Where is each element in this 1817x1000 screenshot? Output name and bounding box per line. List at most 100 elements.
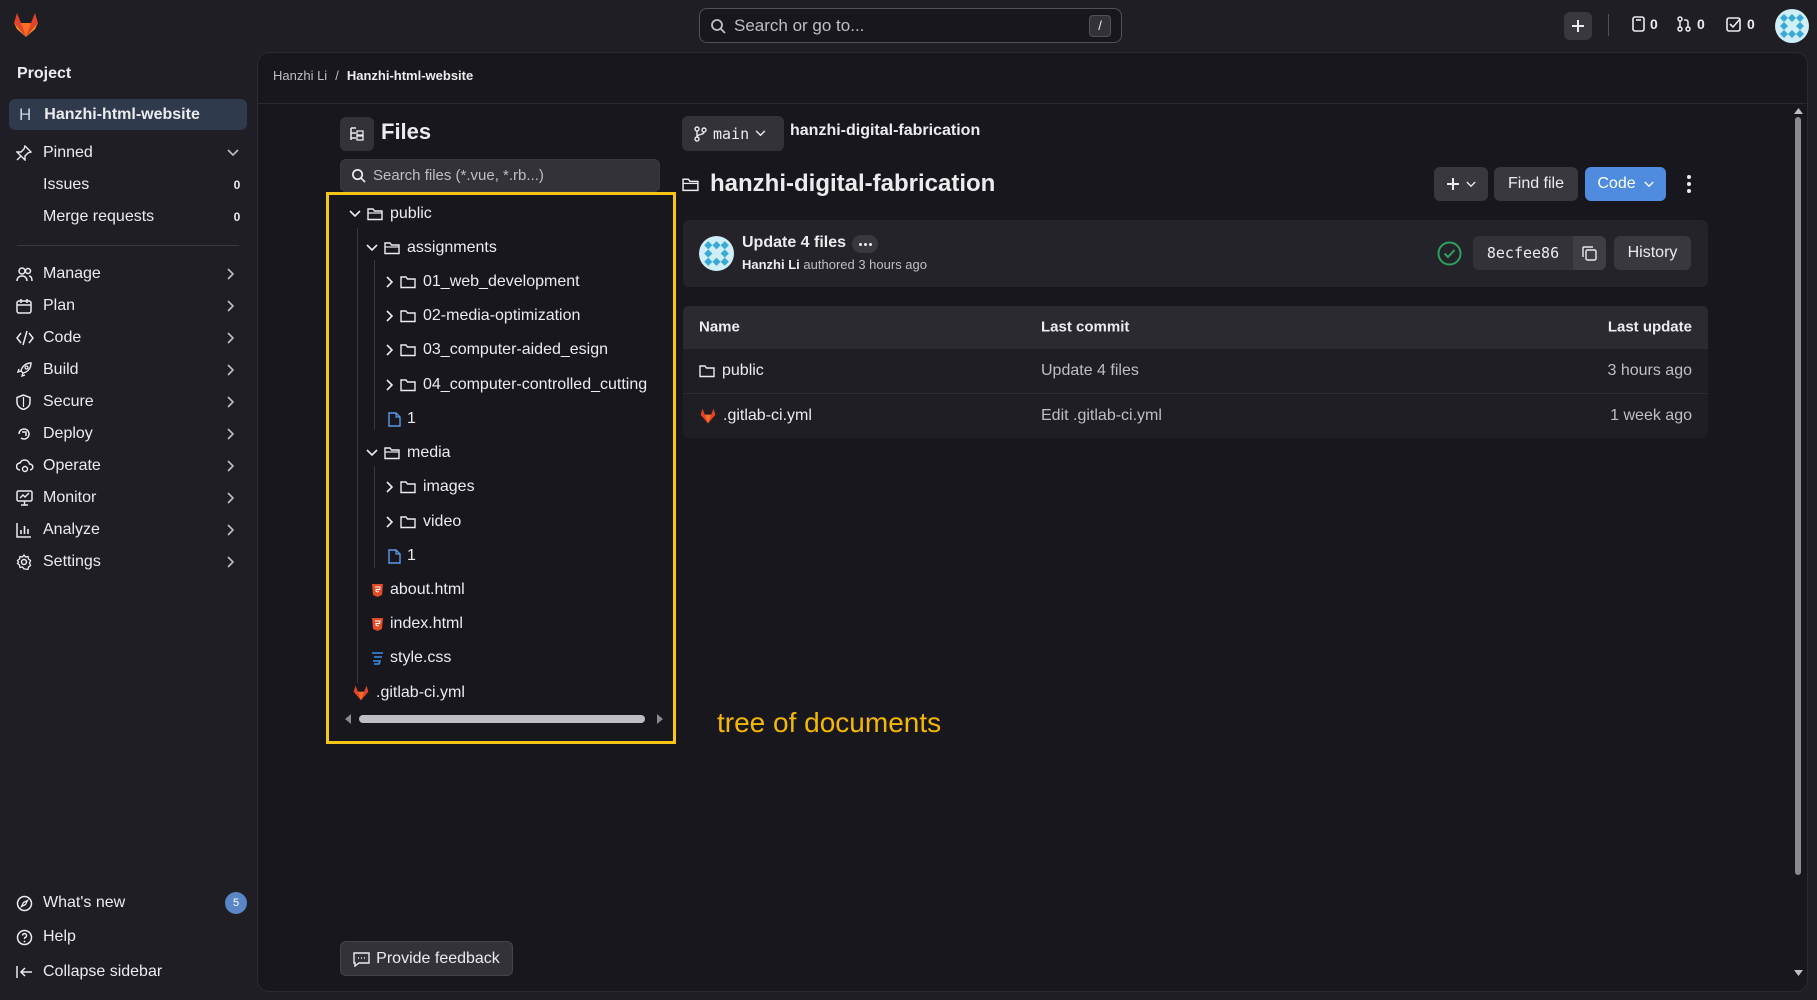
sidebar-item-secure[interactable]: Secure [9,387,247,417]
sidebar-item-build[interactable]: Build [9,355,247,385]
tree-folder-media[interactable]: media [366,441,451,465]
main-vertical-scrollbar[interactable] [1795,117,1801,875]
tree-folder-03-computer-aided-esign[interactable]: 03_computer-aided_esign [386,338,608,362]
row-name-cell[interactable]: .gitlab-ci.yml [699,407,812,425]
issues-counter[interactable]: 0 [1632,16,1658,32]
tree-folder-video[interactable]: video [386,510,461,534]
tree-folder-public[interactable]: public [349,202,432,226]
breadcrumb-divider [257,103,1808,104]
breadcrumb-separator: / [335,68,339,83]
tree-file-about-html[interactable]: about.html [371,578,465,602]
merge-requests-badge: 0 [233,210,241,224]
commit-meta: Hanzhi Li authored 3 hours ago [742,257,927,272]
row-name-cell[interactable]: public [699,362,764,380]
folder-open-icon [384,242,400,255]
commit-author-avatar[interactable] [699,236,734,271]
search-shortcut-key: / [1089,14,1111,37]
sidebar-item-label: Monitor [43,489,97,506]
css3-icon [372,651,383,665]
tree-file-style-css[interactable]: style.css [371,646,451,670]
column-header-name: Name [699,318,740,336]
todos-count: 0 [1747,16,1755,32]
pipeline-passed-icon[interactable] [1437,241,1462,266]
compass-icon [9,895,43,912]
scroll-up-arrow-icon[interactable] [1794,108,1803,114]
sidebar-item-monitor[interactable]: Monitor [9,483,247,513]
tree-file-index-html[interactable]: index.html [371,612,463,636]
merge-requests-counter[interactable]: 0 [1676,16,1705,32]
commit-author[interactable]: Hanzhi Li [742,257,800,272]
code-dropdown-button[interactable]: Code [1585,167,1666,201]
sidebar-help[interactable]: Help [9,922,247,952]
file-tree-horizontal-scrollbar[interactable] [359,715,645,723]
sidebar-item-merge-requests[interactable]: Merge requests 0 [9,202,247,232]
scroll-left-arrow-icon[interactable] [345,714,352,724]
tree-file-gitlab-ci-yml[interactable]: .gitlab-ci.yml [352,681,465,705]
commit-authored-time: authored 3 hours ago [803,257,928,272]
tree-guide-line [357,228,358,683]
row-commit-message[interactable]: Update 4 files [1041,362,1139,380]
tree-file-1[interactable]: 1 [388,407,416,431]
branch-icon [694,125,707,142]
file-icon [388,411,401,427]
add-file-dropdown-button[interactable] [1434,167,1488,201]
sidebar-item-manage[interactable]: Manage [9,259,247,289]
commit-sha[interactable]: 8ecfee86 [1473,236,1573,270]
search-placeholder: Search or go to... [734,15,865,35]
sidebar-item-plan[interactable]: Plan [9,291,247,321]
branch-selector-button[interactable]: main [682,116,784,151]
chevron-right-icon [227,332,247,344]
tree-item-label: 1 [407,547,416,564]
gitlab-logo-icon[interactable] [12,12,40,38]
chevron-right-icon [227,556,247,568]
commit-expand-ellipsis-button[interactable] [852,235,878,253]
chevron-down-icon [227,149,247,157]
plus-icon [1447,178,1459,190]
sidebar-whats-new[interactable]: What's new 5 [9,888,247,918]
breadcrumb-project[interactable]: Hanzhi-html-website [347,68,473,83]
sidebar-item-issues[interactable]: Issues 0 [9,170,247,200]
find-file-button[interactable]: Find file [1494,167,1578,201]
user-avatar[interactable] [1775,9,1809,43]
file-tree-toggle-button[interactable] [340,117,374,151]
sidebar-item-analyze[interactable]: Analyze [9,515,247,545]
commit-title[interactable]: Update 4 files [742,234,846,252]
row-commit-message[interactable]: Edit .gitlab-ci.yml [1041,407,1162,425]
users-icon [9,266,43,282]
sidebar-collapse[interactable]: Collapse sidebar [9,957,247,987]
sidebar-divider [17,245,239,246]
provide-feedback-button[interactable]: Provide feedback [340,941,513,976]
table-row[interactable]: public Update 4 files 3 hours ago [683,348,1708,393]
scroll-right-arrow-icon[interactable] [656,714,663,724]
create-new-button[interactable] [1564,12,1592,40]
file-tree-title: Files [381,119,432,144]
sidebar-project-link[interactable]: H Hanzhi-html-website [9,99,247,130]
history-button[interactable]: History [1614,236,1691,270]
tree-folder-02-media-optimization[interactable]: 02-media-optimization [386,304,580,328]
sidebar-item-deploy[interactable]: Deploy [9,419,247,449]
global-search-input[interactable]: Search or go to... / [699,8,1122,43]
collapse-sidebar-label: Collapse sidebar [43,963,163,980]
tree-item-label: images [423,478,475,495]
folder-icon [400,310,416,323]
tree-folder-01-web-development[interactable]: 01_web_development [386,270,580,294]
todos-counter[interactable]: 0 [1726,16,1755,32]
tree-folder-04-computer-controlled-cutting[interactable]: 04_computer-controlled_cutting [386,373,647,397]
row-updated: 3 hours ago [1607,362,1692,379]
copy-sha-button[interactable] [1573,236,1606,270]
sidebar-item-settings[interactable]: Settings [9,547,247,577]
breadcrumb-owner[interactable]: Hanzhi Li [273,68,327,83]
sidebar-item-code[interactable]: Code [9,323,247,353]
more-actions-kebab-icon[interactable] [1686,174,1696,196]
file-tree-search-input[interactable]: Search files (*.vue, *.rb...) [340,159,660,192]
tree-folder-images[interactable]: images [386,475,475,499]
table-row[interactable]: .gitlab-ci.yml Edit .gitlab-ci.yml 1 wee… [683,393,1708,438]
sidebar-pinned-toggle[interactable]: Pinned [9,138,247,168]
sidebar-item-operate[interactable]: Operate [9,451,247,481]
monitor-icon [9,490,43,506]
scroll-down-arrow-icon[interactable] [1794,970,1803,976]
tree-file-1[interactable]: 1 [388,544,416,568]
repo-path[interactable]: hanzhi-digital-fabrication [790,122,980,140]
sidebar-item-label: Analyze [43,521,100,538]
tree-folder-assignments[interactable]: assignments [366,236,497,260]
